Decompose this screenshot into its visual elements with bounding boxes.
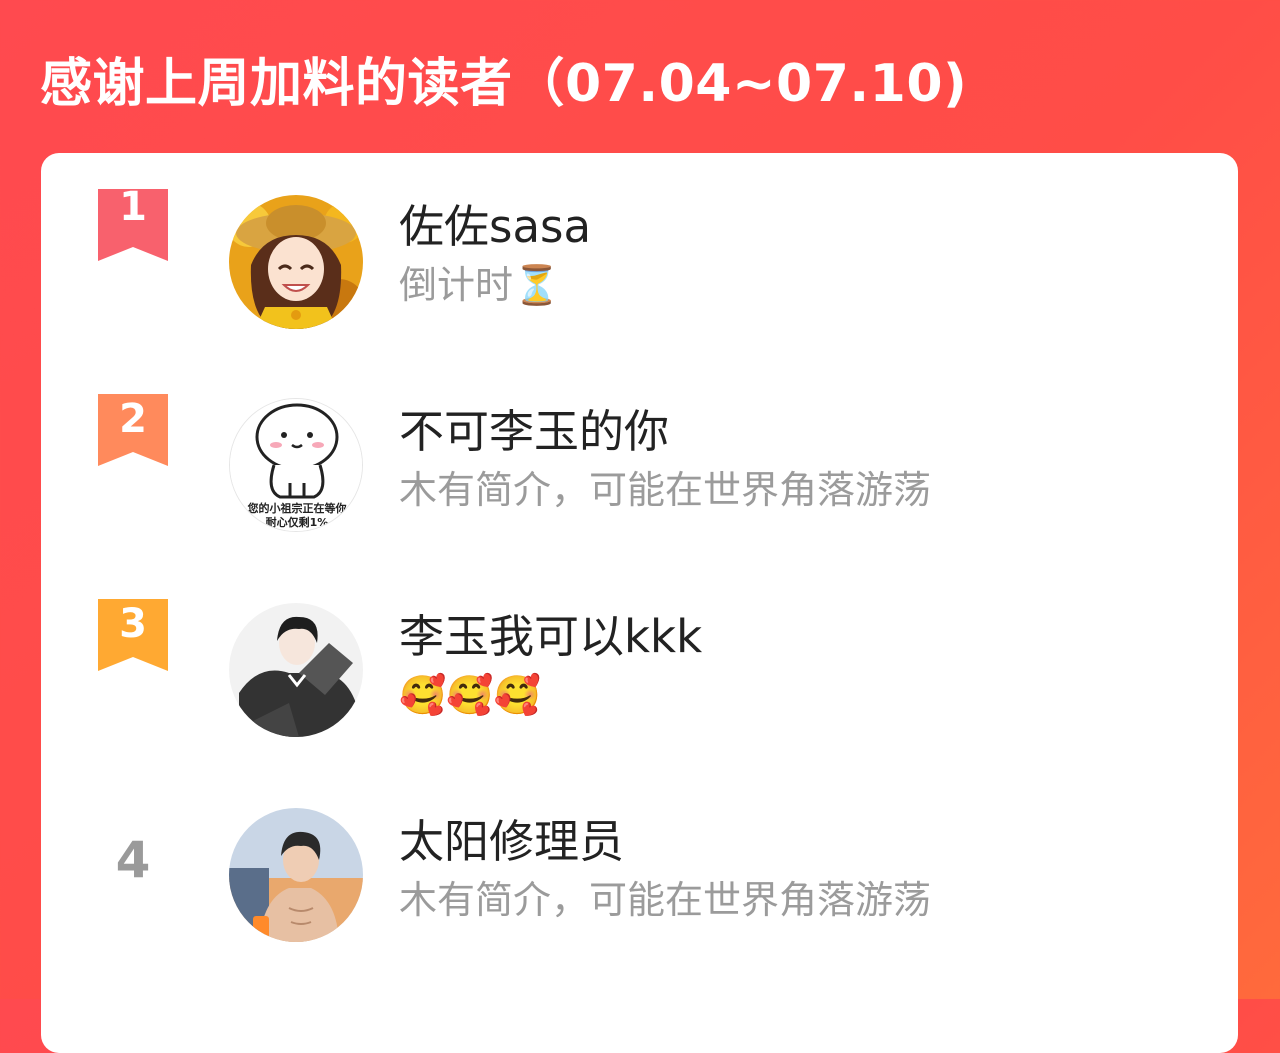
anime-man-sketch-avatar-icon (229, 603, 363, 737)
reader-avatar[interactable] (229, 195, 363, 329)
reader-bio: 木有简介，可能在世界角落游荡 (399, 468, 932, 512)
reader-name[interactable]: 李玉我可以kkk (399, 603, 702, 671)
reader-avatar[interactable] (229, 808, 363, 942)
reader-row-2[interactable]: 2 您的小祖宗正在等你 耐心仅剩1% 不可李玉的你 木有简介，可能在世界角落游荡 (41, 358, 1238, 532)
svg-text:您的小祖宗正在等你: 您的小祖宗正在等你 (248, 501, 347, 515)
reader-name[interactable]: 佐佐sasa (399, 193, 591, 261)
smiling-hearts-emoji-icon: 🥰 (399, 673, 447, 717)
reader-avatar[interactable]: 您的小祖宗正在等你 耐心仅剩1% (229, 398, 363, 532)
reader-row-1[interactable]: 1 佐佐sasa 倒计时⏳ (41, 153, 1238, 329)
reader-bio-text: 倒计时 (399, 263, 514, 307)
smiling-hearts-emoji-icon: 🥰 (446, 673, 494, 717)
reader-ranking-card: 1 佐佐sasa 倒计时⏳ 2 您的小祖宗正在等你 耐心仅剩1% 不可李玉的你 … (41, 153, 1238, 1053)
svg-text:2: 2 (119, 396, 147, 442)
reader-name[interactable]: 不可李玉的你 (399, 398, 669, 466)
hourglass-icon: ⏳ (513, 263, 561, 307)
rank-3-badge-icon: 3 (98, 599, 168, 671)
reader-bio: 🥰🥰🥰 (399, 667, 541, 723)
smiling-hearts-emoji-icon: 🥰 (493, 673, 541, 717)
reader-bio: 倒计时⏳ (399, 257, 560, 313)
reader-avatar[interactable] (229, 603, 363, 737)
svg-text:3: 3 (119, 601, 147, 647)
reader-bio: 木有简介，可能在世界角落游荡 (399, 878, 932, 922)
reader-name[interactable]: 太阳修理员 (399, 808, 624, 876)
rank-2-badge-icon: 2 (98, 394, 168, 466)
page-title: 感谢上周加料的读者（07.04~07.10) (40, 54, 968, 114)
rank-1-badge-icon: 1 (98, 189, 168, 261)
svg-text:耐心仅剩1%: 耐心仅剩1% (266, 515, 329, 529)
reader-row-3[interactable]: 3 李玉我可以kkk 🥰🥰🥰 (41, 563, 1238, 737)
reader-row-4[interactable]: 4 太阳修理员 木有简介，可能在世界角落游荡 (41, 768, 1238, 942)
svg-text:1: 1 (119, 189, 147, 230)
anime-man-sunset-avatar-icon (229, 808, 363, 942)
rank-number: 4 (115, 831, 151, 889)
cartoon-bun-avatar-icon: 您的小祖宗正在等你 耐心仅剩1% (230, 399, 362, 531)
anime-girl-avatar-icon (229, 195, 363, 329)
